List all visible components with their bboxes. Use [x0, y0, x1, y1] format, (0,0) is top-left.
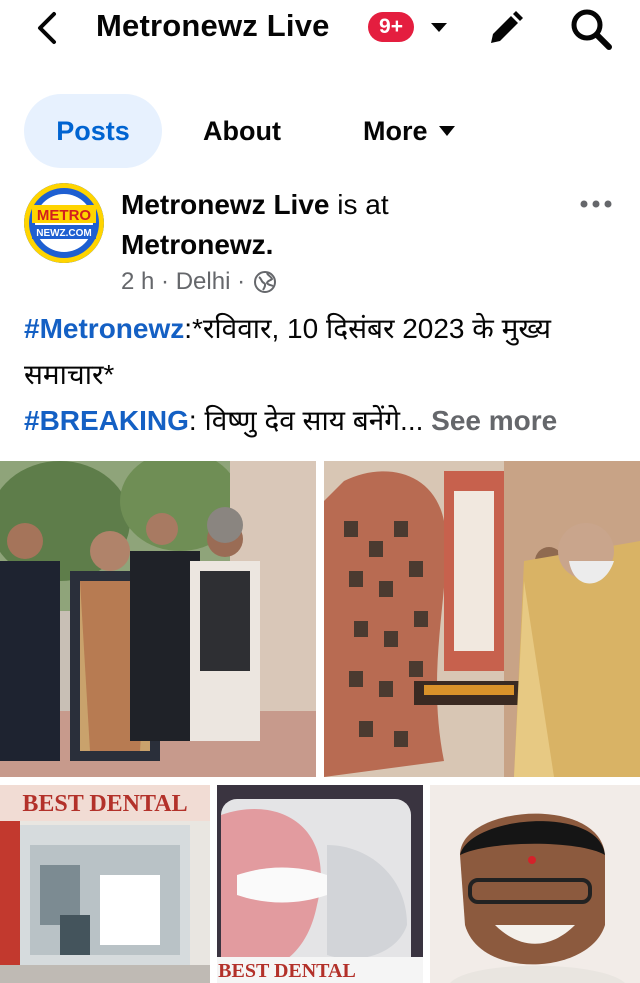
meta-separator: · [237, 268, 246, 295]
page-title[interactable]: Metronewz Live [96, 8, 330, 44]
back-arrow-icon[interactable] [30, 10, 64, 46]
tab-more-label: More [363, 115, 428, 146]
search-icon[interactable] [568, 6, 614, 52]
page-tabs: Posts About More [0, 94, 640, 168]
photo-screen-text: BEST DENTAL [218, 960, 356, 982]
notification-badge: 9+ [368, 12, 414, 42]
meta-separator: · [161, 268, 170, 295]
tab-posts-label: Posts [56, 115, 130, 146]
see-more-link[interactable]: See more [431, 405, 557, 436]
chevron-down-icon [438, 126, 455, 136]
post-author-line: Metronewz Live is at Metronewz. [121, 185, 551, 265]
post-text: #Metronewz:*रविवार, 10 दिसंबर 2023 के मु… [24, 306, 624, 444]
tab-posts[interactable]: Posts [24, 94, 162, 168]
tab-about[interactable]: About [203, 94, 281, 168]
hashtag-link[interactable]: #Metronewz [24, 313, 184, 344]
post-line-2: : विष्णु देव साय बनेंगे... [188, 405, 424, 436]
post-photo-5[interactable] [430, 785, 640, 983]
caret-down-icon[interactable] [428, 18, 450, 38]
location-page-link[interactable]: Metronewz. [121, 229, 273, 260]
hashtag-link[interactable]: #BREAKING [24, 405, 189, 436]
post-photo-3[interactable]: BEST DENTAL [0, 785, 210, 983]
logo-text-metro: METRO [37, 207, 91, 224]
tab-more[interactable]: More [363, 94, 456, 168]
pencil-icon[interactable] [484, 8, 526, 50]
top-bar: Metronewz Live 9+ [0, 0, 640, 60]
post-time[interactable]: 2 h [121, 268, 154, 296]
post-photo-2[interactable] [324, 461, 640, 777]
is-at-text: is at [337, 189, 389, 220]
post-photo-1[interactable] [0, 461, 316, 777]
tab-about-label: About [203, 115, 281, 146]
post-photo-4[interactable]: BEST DENTAL [217, 785, 423, 983]
globe-icon [254, 271, 277, 293]
post-place: Delhi [175, 268, 231, 295]
author-name[interactable]: Metronewz Live [121, 189, 329, 220]
post-meta: 2 h · Delhi · [121, 268, 277, 296]
logo-text-newz: NEWZ.COM [36, 228, 92, 239]
photo-sign-text: BEST DENTAL [22, 791, 187, 817]
more-options-icon[interactable] [578, 194, 614, 214]
avatar[interactable]: METRO NEWZ.COM [24, 183, 104, 263]
